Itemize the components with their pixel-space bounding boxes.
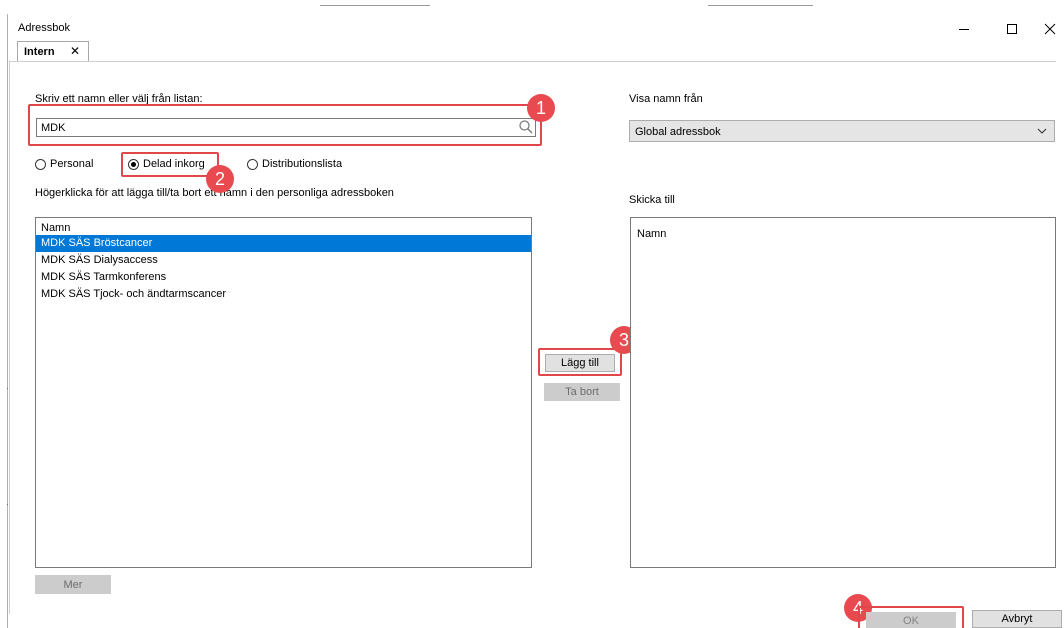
radio-dot: [35, 158, 46, 170]
background-fragment: [708, 0, 813, 6]
search-input[interactable]: [36, 118, 536, 137]
results-list[interactable]: Namn MDK SÄS Bröstcancer MDK SÄS Dialysa…: [35, 217, 532, 568]
list-item[interactable]: MDK SÄS Bröstcancer: [36, 235, 531, 252]
radio-distribution-list[interactable]: Distributionslista: [247, 158, 342, 170]
radio-label: Distributionslista: [262, 158, 343, 170]
add-button[interactable]: Lägg till: [545, 354, 615, 372]
select-value: Global adressbok: [635, 126, 721, 138]
step-badge-1: 1: [527, 94, 555, 122]
close-button[interactable]: [1036, 14, 1064, 44]
search-icon[interactable]: [518, 119, 534, 135]
background-fragment: [320, 0, 430, 6]
radio-shared-inbox[interactable]: Delad inkorg: [128, 158, 205, 170]
maximize-icon: [1007, 24, 1017, 34]
minimize-button[interactable]: [942, 14, 986, 44]
send-to-list[interactable]: Namn: [630, 217, 1056, 568]
search-highlight: [28, 104, 542, 146]
address-book-select[interactable]: Global adressbok: [629, 120, 1055, 142]
radio-personal[interactable]: Personal: [35, 158, 93, 170]
radio-label: Personal: [50, 158, 94, 170]
title-bar: Adressbok: [8, 14, 1064, 44]
more-button[interactable]: Mer: [35, 575, 111, 594]
remove-button[interactable]: Ta bort: [544, 383, 620, 401]
send-to-label: Skicka till: [629, 194, 675, 206]
radio-dot-selected: [128, 158, 139, 170]
close-icon: [1044, 23, 1056, 35]
tab-label: Intern: [24, 46, 55, 58]
maximize-button[interactable]: [990, 14, 1034, 44]
list-item[interactable]: MDK SÄS Tarmkonferens: [36, 269, 531, 286]
ok-highlight: OK: [858, 606, 964, 628]
background-window-fragment: [0, 0, 1064, 14]
cancel-button[interactable]: Avbryt: [972, 610, 1062, 628]
window-title: Adressbok: [18, 22, 70, 34]
step-badge-2: 2: [206, 165, 234, 193]
list-item[interactable]: MDK SÄS Dialysaccess: [36, 252, 531, 269]
tab-intern[interactable]: Intern ✕: [17, 41, 89, 61]
source-label: Visa namn från: [629, 93, 703, 105]
list-item[interactable]: MDK SÄS Tjock- och ändtarmscancer: [36, 286, 531, 303]
column-header-name[interactable]: Namn: [36, 218, 531, 235]
add-highlight: Lägg till: [538, 348, 622, 376]
radio-label: Delad inkorg: [143, 158, 205, 170]
ok-button[interactable]: OK: [866, 612, 956, 628]
chevron-down-icon: [1037, 128, 1047, 134]
column-header-name[interactable]: Namn: [631, 218, 1055, 240]
radio-dot: [247, 158, 258, 170]
tab-close-icon[interactable]: ✕: [70, 44, 80, 58]
minimize-icon: [959, 29, 969, 30]
